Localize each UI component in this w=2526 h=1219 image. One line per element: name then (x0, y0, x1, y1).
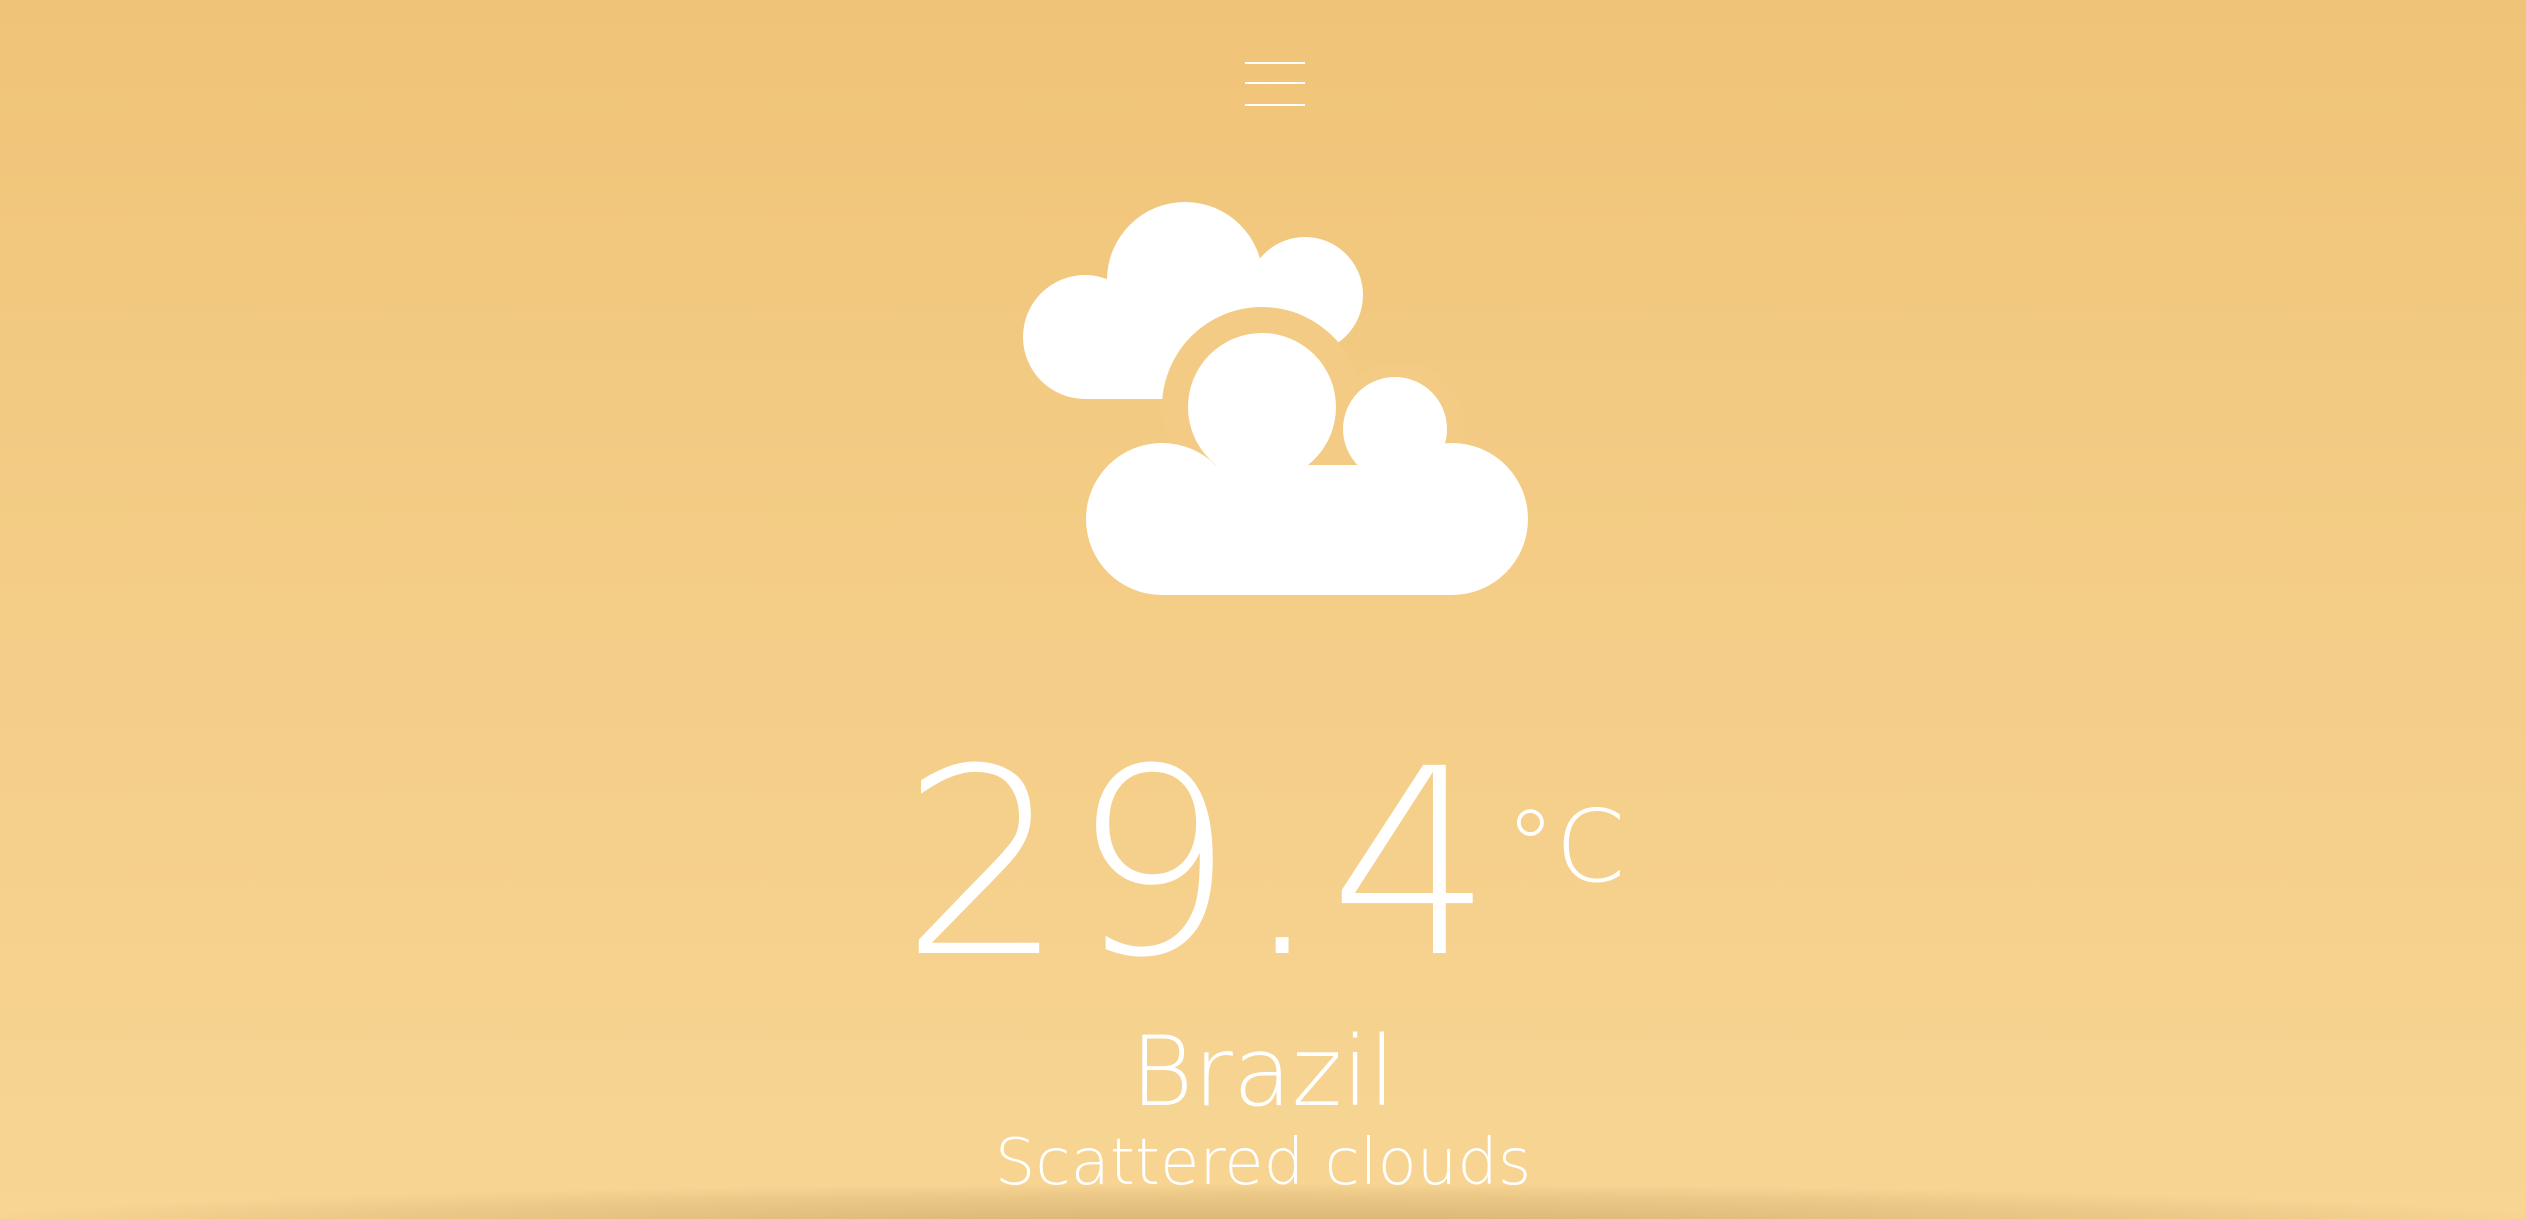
location-name: Brazil (1130, 1016, 1396, 1128)
bottom-panel-shadow (0, 1185, 2526, 1219)
temperature-value: 29.4 (900, 714, 1500, 1014)
scattered-clouds-icon (1023, 202, 1528, 595)
temperature-unit: °C (1505, 788, 1626, 905)
temperature-display: 29.4°C (0, 735, 2526, 993)
menu-button[interactable] (1245, 60, 1305, 110)
